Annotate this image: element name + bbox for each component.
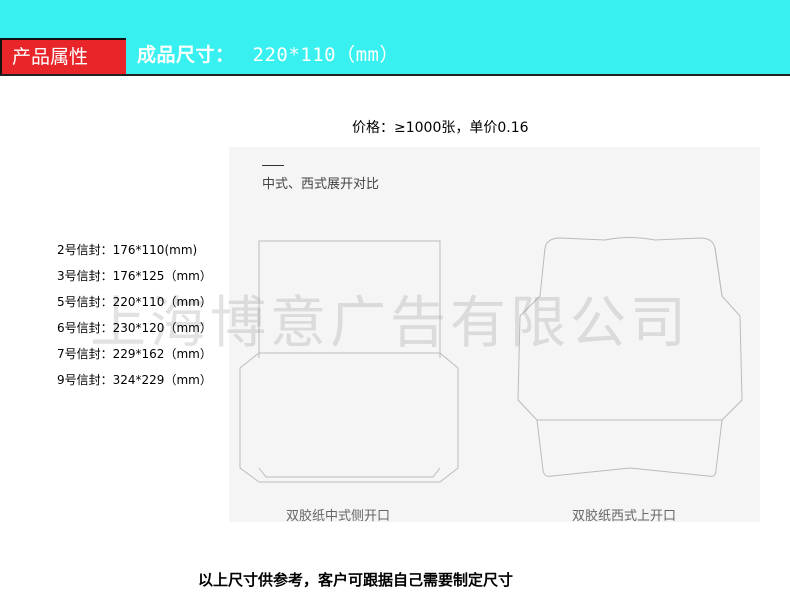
size-item-6: 6号信封：230*120（mm） [57, 321, 212, 335]
size-note: 以上尺寸供参考，客户可跟据自己需要制定尺寸 [198, 571, 514, 589]
size-item-3: 3号信封：176*125（mm） [57, 269, 212, 283]
envelope-size-list: 2号信封：176*110(mm) 3号信封：176*125（mm） 5号信封：2… [57, 241, 212, 397]
size-item-7: 7号信封：229*162（mm） [57, 347, 212, 361]
western-envelope-right-side [714, 247, 743, 471]
western-envelope-caption: 双胶纸西式上开口 [572, 509, 677, 524]
size-item-9: 9号信封：324*229（mm） [57, 373, 212, 387]
western-envelope-bottom [542, 467, 717, 477]
chinese-envelope-caption: 双胶纸中式侧开口 [286, 509, 391, 524]
chinese-envelope-body [239, 352, 459, 483]
size-item-2: 2号信封：176*110(mm) [57, 243, 198, 257]
size-item-5: 5号信封：220*110（mm） [57, 295, 212, 309]
chinese-envelope-flap [258, 467, 441, 478]
